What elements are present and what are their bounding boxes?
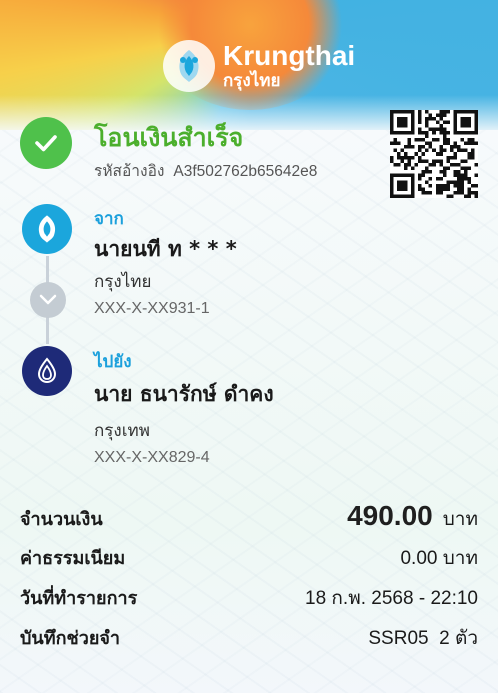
- date-row: วันที่ทำรายการ 18 ก.พ. 2568 - 22:10: [20, 583, 478, 613]
- qr-code[interactable]: [390, 110, 478, 198]
- brand-name-th: กรุงไทย: [223, 71, 281, 91]
- amount-value: 490.00: [347, 500, 433, 531]
- amount-value-group: 490.00 บาท: [347, 500, 478, 534]
- recipient-account-number: XXX-X-XX829-4: [94, 449, 210, 466]
- krungthai-bank-icon: [38, 215, 56, 243]
- fee-value: 0.00 บาท: [400, 548, 478, 569]
- reference-label: รหัสอ้างอิง: [94, 162, 165, 180]
- amount-row: จำนวนเงิน 490.00 บาท: [20, 500, 478, 534]
- date-label: วันที่ทำรายการ: [20, 588, 138, 609]
- memo-row: บันทึกช่วยจำ SSR05 2 ตัว: [20, 623, 478, 653]
- reference-line: รหัสอ้างอิง A3f502762b65642e8: [94, 158, 317, 183]
- memo-label: บันทึกช่วยจำ: [20, 628, 121, 649]
- amount-label: จำนวนเงิน: [20, 509, 103, 530]
- to-label: ไปยัง: [94, 352, 132, 372]
- amount-unit: บาท: [442, 508, 478, 530]
- from-label: จาก: [94, 209, 124, 229]
- fee-label: ค่าธรรมเนียม: [20, 548, 126, 569]
- bangkok-bank-icon: [37, 357, 57, 384]
- memo-value: SSR05 2 ตัว: [368, 628, 478, 649]
- krungthai-logo: Krungthai กรุงไทย: [163, 40, 355, 92]
- brand-name-en: Krungthai: [223, 40, 356, 71]
- sender-bank-avatar: [22, 204, 72, 254]
- recipient-bank-avatar: [22, 346, 72, 396]
- krungthai-emblem-icon: [163, 40, 215, 92]
- success-check-icon: [20, 117, 72, 169]
- date-value: 18 ก.พ. 2568 - 22:10: [305, 588, 478, 609]
- chevron-down-icon: [30, 282, 66, 318]
- reference-code: A3f502762b65642e8: [173, 163, 318, 180]
- recipient-bank-name: กรุงเทพ: [94, 421, 150, 441]
- sender-account-number: XXX-X-XX931-1: [94, 300, 210, 317]
- recipient-name: นาย ธนารักษ์ ดำคง: [94, 382, 274, 406]
- transfer-status-title: โอนเงินสำเร็จ: [94, 123, 244, 152]
- fee-row: ค่าธรรมเนียม 0.00 บาท: [20, 543, 478, 573]
- sender-name: นายนที ท * * *: [94, 237, 237, 261]
- sender-bank-name: กรุงไทย: [94, 272, 152, 292]
